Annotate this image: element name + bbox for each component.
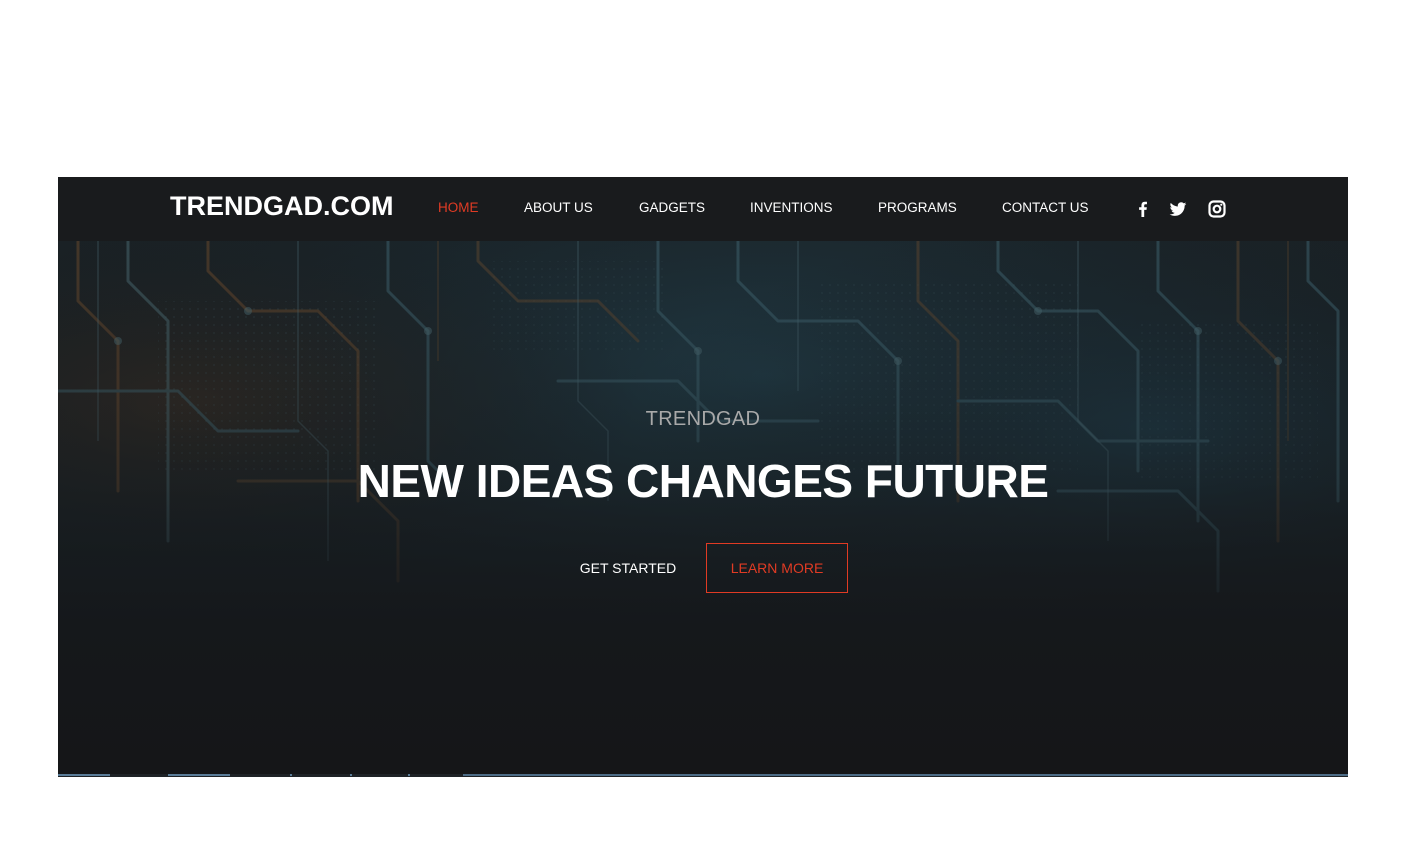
nav-gadgets[interactable]: GADGETS (639, 200, 705, 216)
strip-segment (350, 774, 352, 776)
hero-subtitle: TRENDGAD (645, 408, 761, 430)
strip-segment (290, 774, 292, 776)
strip-segment (58, 774, 110, 776)
hero-section: TRENDGAD NEW IDEAS CHANGES FUTURE GET ST… (58, 241, 1348, 777)
twitter-icon[interactable] (1168, 199, 1188, 219)
hero-title: NEW IDEAS CHANGES FUTURE (357, 455, 1049, 507)
facebook-icon[interactable] (1133, 199, 1153, 219)
instagram-icon[interactable] (1207, 199, 1227, 219)
site-logo[interactable]: TRENDGAD.COM (170, 191, 394, 221)
site-frame: TRENDGAD.COM HOME ABOUT US GADGETS INVEN… (58, 177, 1348, 777)
strip-segment (463, 774, 1348, 776)
learn-more-button[interactable]: LEARN MORE (706, 543, 848, 593)
nav-inventions[interactable]: INVENTIONS (750, 200, 833, 216)
nav-home[interactable]: HOME (438, 200, 479, 216)
get-started-button[interactable]: GET STARTED (558, 543, 698, 593)
bottom-border (58, 774, 1348, 777)
hero-overlay (58, 241, 1348, 777)
nav-contact-us[interactable]: CONTACT US (1002, 200, 1089, 216)
nav-programs[interactable]: PROGRAMS (878, 200, 957, 216)
strip-segment (408, 774, 410, 776)
strip-segment (168, 774, 230, 776)
navbar: TRENDGAD.COM HOME ABOUT US GADGETS INVEN… (58, 177, 1348, 241)
nav-about-us[interactable]: ABOUT US (524, 200, 593, 216)
